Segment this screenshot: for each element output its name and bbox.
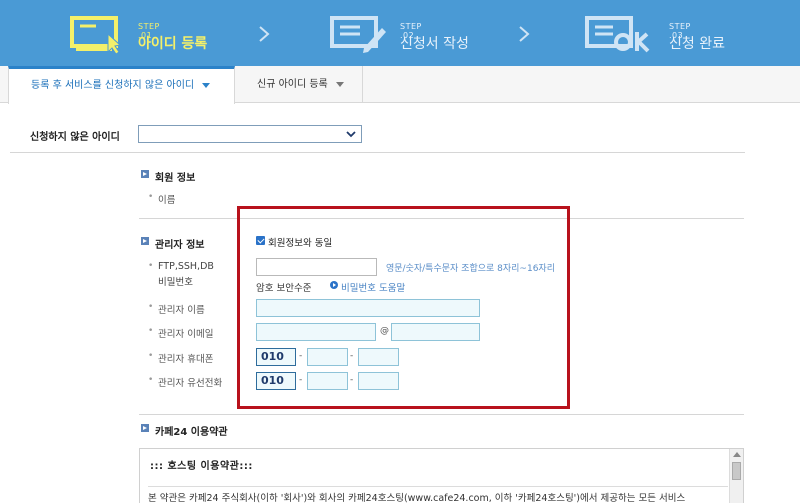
tab-bar: 등록 후 서비스를 신청하지 않은 아이디 신규 아이디 등록 bbox=[0, 66, 800, 104]
phone-prefix-input[interactable]: 010 bbox=[256, 372, 296, 390]
terms-scrollbar[interactable] bbox=[729, 449, 743, 503]
bullet-arrow-icon bbox=[143, 239, 147, 243]
step-name: 아이디 등록 bbox=[138, 36, 208, 52]
mobile-middle-input[interactable] bbox=[307, 348, 348, 366]
admin-mobile-label: 관리자 휴대폰 bbox=[148, 351, 213, 365]
step-name: 신청서 작성 bbox=[400, 36, 469, 52]
ok-icon bbox=[585, 16, 650, 53]
divider bbox=[139, 414, 744, 415]
terms-title: 카페24 이용약관 bbox=[141, 423, 228, 438]
admin-email-domain-input[interactable] bbox=[391, 323, 480, 341]
terms-body: 본 약관은 카페24 주식회사(이하 '회사')와 회사의 카페24호스팅(ww… bbox=[148, 493, 686, 503]
tab-unregistered-id[interactable]: 등록 후 서비스를 신청하지 않은 아이디 bbox=[8, 66, 235, 104]
divider bbox=[148, 486, 728, 487]
caret-down-icon bbox=[335, 81, 344, 87]
ftp-password-label: FTP,SSH,DB비밀번호 bbox=[148, 261, 214, 288]
dash: - bbox=[299, 375, 303, 385]
step-name: 신청 완료 bbox=[669, 36, 725, 52]
bullet-arrow-icon bbox=[143, 426, 147, 430]
terms-textarea[interactable]: ::: 호스팅 이용약관::: 본 약관은 카페24 주식회사(이하 '회사')… bbox=[139, 448, 744, 503]
password-hint: 영문/숫자/특수문자 조합으로 8자리~16자리 bbox=[386, 264, 555, 274]
chevron-down-icon bbox=[346, 131, 356, 138]
tab-label: 등록 후 서비스를 신청하지 않은 아이디 bbox=[31, 80, 195, 91]
caret-down-icon bbox=[202, 82, 211, 88]
admin-name-label: 관리자 이름 bbox=[148, 302, 205, 316]
admin-info-title: 관리자 정보 bbox=[141, 236, 204, 251]
mobile-last-input[interactable] bbox=[358, 348, 399, 366]
scroll-up-icon[interactable] bbox=[733, 452, 741, 457]
member-name-label: 이름 bbox=[148, 192, 175, 206]
chevron-right-icon bbox=[259, 26, 270, 42]
email-at-sign: @ bbox=[380, 326, 389, 336]
admin-name-input[interactable] bbox=[256, 299, 480, 317]
admin-email-label: 관리자 이메일 bbox=[148, 326, 213, 340]
admin-phone-label: 관리자 유선전화 bbox=[148, 375, 222, 389]
password-help-link[interactable]: 비밀번호 도움말 bbox=[330, 280, 405, 294]
same-as-member-checkbox[interactable] bbox=[256, 236, 265, 245]
same-as-member-label: 회원정보와 동일 bbox=[268, 238, 333, 249]
divider bbox=[10, 152, 745, 153]
dash: - bbox=[350, 351, 354, 361]
dash: - bbox=[299, 351, 303, 361]
terms-heading: ::: 호스팅 이용약관::: bbox=[150, 461, 253, 472]
tab-new-id[interactable]: 신규 아이디 등록 bbox=[235, 66, 363, 103]
dash: - bbox=[350, 375, 354, 385]
monitor-pointer-icon bbox=[70, 16, 122, 54]
password-strength-label: 암호 보안수준 bbox=[256, 283, 312, 294]
mobile-prefix-input[interactable]: 010 bbox=[256, 348, 296, 366]
member-info-title: 회원 정보 bbox=[141, 169, 195, 184]
chevron-right-icon bbox=[519, 26, 530, 42]
unregistered-id-select[interactable] bbox=[138, 125, 362, 143]
bullet-arrow-icon bbox=[143, 172, 147, 176]
tab-label: 신규 아이디 등록 bbox=[257, 79, 328, 90]
steps-header: STEP .01 아이디 등록 STEP .02 신청서 작성 STEP .03… bbox=[0, 0, 800, 66]
phone-middle-input[interactable] bbox=[307, 372, 348, 390]
document-pen-icon bbox=[330, 16, 386, 53]
unregistered-id-label: 신청하지 않은 아이디 bbox=[30, 132, 120, 143]
phone-last-input[interactable] bbox=[358, 372, 399, 390]
admin-email-id-input[interactable] bbox=[256, 323, 376, 341]
ftp-password-input[interactable] bbox=[256, 258, 377, 276]
scroll-thumb[interactable] bbox=[732, 462, 741, 480]
